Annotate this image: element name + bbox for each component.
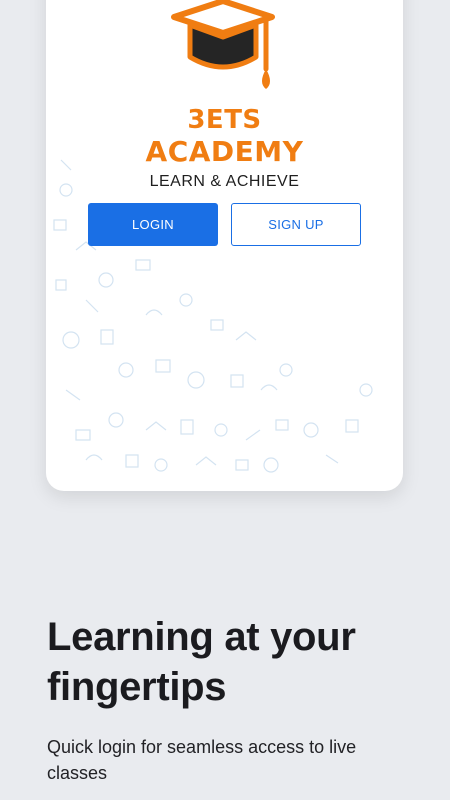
- brand-tagline: LEARN & ACHIEVE: [149, 173, 300, 190]
- signup-button[interactable]: SIGN UP: [231, 203, 361, 246]
- brand-name-line1: 3ETS: [187, 105, 262, 135]
- brand-name-line2: ACADEMY: [145, 135, 304, 168]
- promo-headline: Learning at your fingertips: [47, 615, 356, 709]
- promo-subtext: Quick login for seamless access to live …: [47, 737, 357, 783]
- graduation-cap-logo: [171, 0, 275, 89]
- login-button[interactable]: LOGIN: [88, 203, 218, 246]
- app-preview-card: 3ETS ACADEMY LEARN & ACHIEVE LOGIN SIGN …: [46, 0, 403, 491]
